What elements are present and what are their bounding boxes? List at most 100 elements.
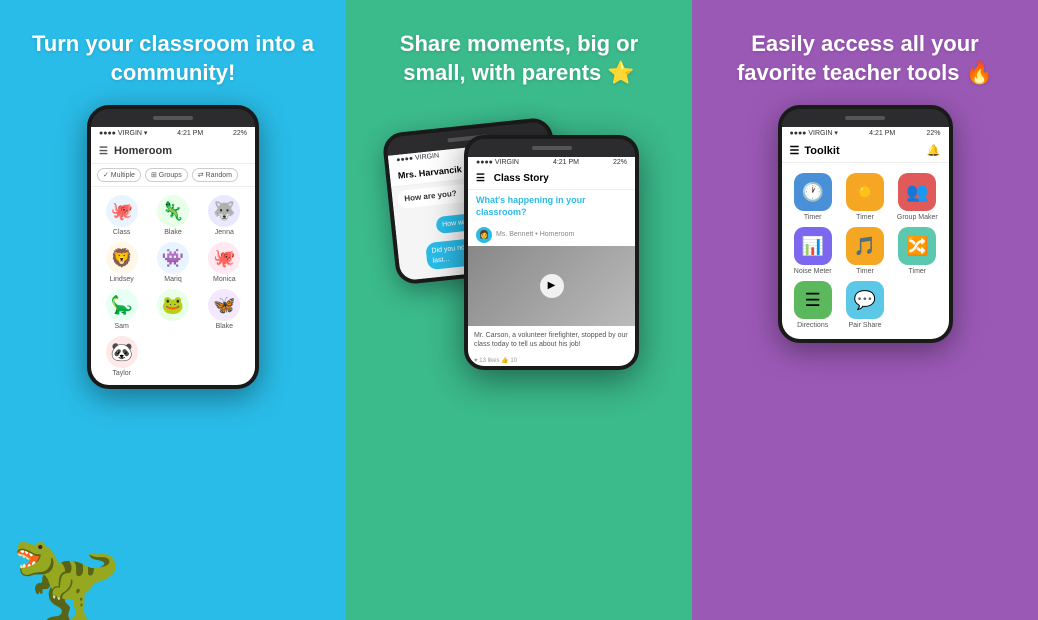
tool-label-timer-4: Timer <box>909 268 927 275</box>
time-front: 4:21 PM <box>553 159 579 166</box>
play-button[interactable]: ▶ <box>540 274 564 298</box>
hamburger-icon[interactable]: ☰ <box>99 146 108 157</box>
filter-multiple[interactable]: ✓ Multiple <box>97 168 141 182</box>
tool-label-directions: Directions <box>797 322 828 329</box>
list-item[interactable]: 🦁 Lindsey <box>99 242 144 283</box>
avatar: 🐼 <box>106 336 138 368</box>
phone-story-front: ●●●● VIRGIN 4:21 PM 22% ☰ Class Story Wh… <box>464 135 639 370</box>
tool-timer-4[interactable]: 🔀 Timer <box>894 227 940 275</box>
teacher-label: Ms. Bennett • Homeroom <box>496 231 574 238</box>
group-maker-icon: 👥 <box>898 173 936 211</box>
tool-timer-1[interactable]: 🕐 Timer <box>790 173 836 221</box>
status-bar-front: ●●●● VIRGIN 4:21 PM 22% <box>468 157 635 168</box>
student-grid: 🐙 Class 🦎 Blake 🐺 Jenna 🦁 Lindsey 👾 <box>91 187 255 385</box>
battery: 22% <box>233 130 247 137</box>
time: 4:21 PM <box>177 130 203 137</box>
status-bar: ●●●● VIRGIN ▾ 4:21 PM 22% <box>91 127 255 139</box>
avatar: 👾 <box>157 242 189 274</box>
notification-bell[interactable]: 🔔 <box>927 144 941 157</box>
story-image: ▶ <box>468 246 635 326</box>
tool-label-timer-2: Timer <box>856 214 874 221</box>
phones-stack: ●●●● VIRGIN 4:21 PM 22% Mrs. Harvancik H… <box>409 105 629 505</box>
noise-meter-icon: 📊 <box>794 227 832 265</box>
story-caption: Mr. Carson, a volunteer firefighter, sto… <box>468 326 635 356</box>
toolkit-title: ☰ Toolkit <box>790 144 840 157</box>
student-name: Mariq <box>164 276 182 283</box>
filter-row: ✓ Multiple ⊞ Groups ⇄ Random <box>91 164 255 187</box>
avatar: 🐸 <box>157 289 189 321</box>
panel2-headline: Share moments, big or small, with parent… <box>366 30 672 87</box>
story-likes: ♥ 13 likes 👍 10 <box>468 355 635 366</box>
phone-notch <box>91 109 255 127</box>
monster-decoration: 🦖 <box>10 535 122 620</box>
list-item[interactable]: 🐙 Class <box>99 195 144 236</box>
filter-random[interactable]: ⇄ Random <box>192 168 238 182</box>
student-name: Lindsey <box>110 276 134 283</box>
avatar: 🦎 <box>157 195 189 227</box>
list-item[interactable]: 👾 Mariq <box>150 242 195 283</box>
story-header: ☰ Class Story <box>468 168 635 190</box>
tool-pair-share[interactable]: 💬 Pair Share <box>842 281 888 329</box>
carrier-toolkit: ●●●● VIRGIN ▾ <box>790 129 838 137</box>
list-item[interactable]: 🐼 Taylor <box>99 336 144 377</box>
tool-noise-meter[interactable]: 📊 Noise Meter <box>790 227 836 275</box>
student-name: Monica <box>213 276 236 283</box>
list-item[interactable]: 🦎 Blake <box>150 195 195 236</box>
battery-front: 22% <box>613 159 627 166</box>
tool-timer-2[interactable]: ☀️ Timer <box>842 173 888 221</box>
toolkit-name: Toolkit <box>804 145 839 157</box>
author-avatar: 👩 <box>476 227 492 243</box>
tool-timer-3[interactable]: 🎵 Timer <box>842 227 888 275</box>
homeroom-title: Homeroom <box>114 145 172 157</box>
phone-screen-toolkit: ●●●● VIRGIN ▾ 4:21 PM 22% ☰ Toolkit 🔔 🕐 … <box>782 127 949 339</box>
student-name: Jenna <box>215 229 234 236</box>
timer-icon-3: 🎵 <box>846 227 884 265</box>
story-author: 👩 Ms. Bennett • Homeroom <box>468 224 635 246</box>
avatar: 🐙 <box>106 195 138 227</box>
avatar: 🐺 <box>208 195 240 227</box>
carrier-front: ●●●● VIRGIN <box>476 159 519 166</box>
student-name: Blake <box>216 323 234 330</box>
hamburger-icon-story[interactable]: ☰ <box>476 173 485 184</box>
student-name: Class <box>113 229 131 236</box>
list-item[interactable]: 🐙 Monica <box>202 242 247 283</box>
story-title: Class Story <box>494 173 549 184</box>
panel-share: Share moments, big or small, with parent… <box>346 0 692 620</box>
list-item[interactable]: 🐸 <box>150 289 195 330</box>
timer-icon-2: ☀️ <box>846 173 884 211</box>
student-name: Taylor <box>112 370 131 377</box>
avatar: 🐙 <box>208 242 240 274</box>
time-toolkit: 4:21 PM <box>869 130 895 137</box>
battery-toolkit: 22% <box>926 130 940 137</box>
toolkit-header: ☰ Toolkit 🔔 <box>782 139 949 163</box>
timer-icon-1: 🕐 <box>794 173 832 211</box>
tool-label-group-maker: Group Maker <box>897 214 938 221</box>
hamburger-icon-toolkit[interactable]: ☰ <box>790 144 800 157</box>
panel-community: Turn your classroom into a community! ●●… <box>0 0 346 620</box>
phone-speaker-toolkit <box>845 116 885 120</box>
pair-share-icon: 💬 <box>846 281 884 319</box>
avatar: 🦋 <box>208 289 240 321</box>
tool-directions[interactable]: ☰ Directions <box>790 281 836 329</box>
panel3-headline: Easily access all your favorite teacher … <box>712 30 1018 87</box>
list-item[interactable]: 🦕 Sam <box>99 289 144 330</box>
list-item[interactable]: 🐺 Jenna <box>202 195 247 236</box>
status-bar-toolkit: ●●●● VIRGIN ▾ 4:21 PM 22% <box>782 127 949 139</box>
filter-groups[interactable]: ⊞ Groups <box>145 168 188 182</box>
avatar: 🦕 <box>106 289 138 321</box>
phone-speaker <box>153 116 193 120</box>
phone-screen-homeroom: ●●●● VIRGIN ▾ 4:21 PM 22% ☰ Homeroom ✓ M… <box>91 127 255 385</box>
list-item[interactable]: 🦋 Blake <box>202 289 247 330</box>
phone-speaker-front <box>532 146 572 150</box>
story-screen: ●●●● VIRGIN 4:21 PM 22% ☰ Class Story Wh… <box>468 157 635 366</box>
panel-toolkit: Easily access all your favorite teacher … <box>692 0 1038 620</box>
tool-grid: 🕐 Timer ☀️ Timer 👥 Group Maker 📊 Noise M… <box>782 163 949 339</box>
tool-label-timer-3: Timer <box>856 268 874 275</box>
student-name: Sam <box>114 323 128 330</box>
phone-notch-front <box>468 139 635 157</box>
student-name: Blake <box>164 229 182 236</box>
story-subhead: What's happening in your classroom? <box>468 190 635 223</box>
directions-icon: ☰ <box>794 281 832 319</box>
tool-group-maker[interactable]: 👥 Group Maker <box>894 173 940 221</box>
tool-label-pair-share: Pair Share <box>848 322 881 329</box>
